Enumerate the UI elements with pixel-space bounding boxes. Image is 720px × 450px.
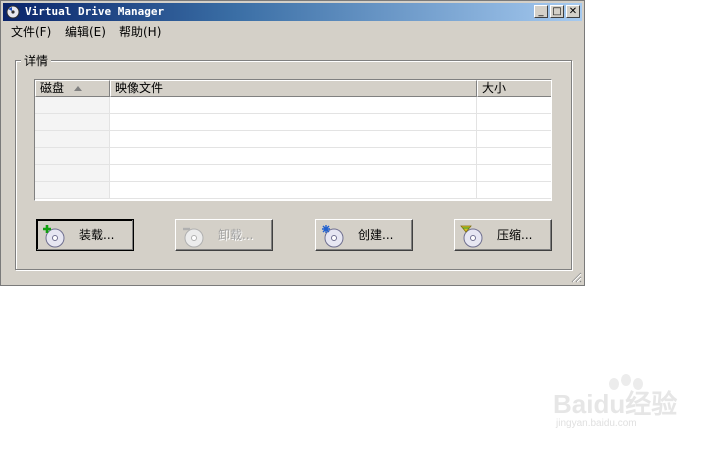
menu-edit[interactable]: 编辑(E)	[65, 24, 106, 40]
create-button[interactable]: 创建...	[315, 219, 413, 251]
disc-add-icon	[43, 225, 65, 248]
column-disk-label: 磁盘	[40, 81, 65, 95]
list-rows	[35, 97, 551, 200]
table-cell	[35, 182, 110, 198]
table-cell	[35, 148, 110, 164]
menu-file[interactable]: 文件(F)	[11, 24, 51, 40]
menu-bar: 文件(F) 编辑(E) 帮助(H)	[3, 22, 582, 42]
column-disk[interactable]: 磁盘	[35, 80, 110, 97]
table-cell	[35, 97, 110, 113]
table-cell	[477, 114, 551, 130]
table-cell	[477, 97, 551, 113]
table-cell	[110, 182, 477, 198]
details-group-label: 详情	[21, 52, 52, 69]
unmount-button[interactable]: 卸载...	[175, 219, 273, 251]
sort-ascending-icon	[74, 86, 82, 91]
column-size[interactable]: 大小	[477, 80, 551, 97]
table-row[interactable]	[35, 182, 551, 199]
compress-button-label: 压缩...	[497, 228, 533, 242]
table-cell	[110, 97, 477, 113]
table-cell	[35, 165, 110, 181]
resize-grip-icon[interactable]	[571, 272, 582, 283]
list-header: 磁盘 映像文件 大小	[35, 80, 551, 97]
table-row[interactable]	[35, 131, 551, 148]
column-image-file-label: 映像文件	[115, 81, 164, 95]
table-cell	[110, 165, 477, 181]
table-cell	[35, 114, 110, 130]
mount-button-label: 装载...	[79, 228, 115, 242]
compress-button[interactable]: 压缩...	[454, 219, 552, 251]
window-title: Virtual Drive Manager	[25, 5, 165, 18]
table-cell	[477, 165, 551, 181]
maximize-button[interactable]: □	[550, 5, 564, 18]
column-size-label: 大小	[482, 81, 507, 95]
menu-help[interactable]: 帮助(H)	[119, 24, 161, 40]
table-cell	[477, 131, 551, 147]
table-row[interactable]	[35, 165, 551, 182]
table-cell	[110, 131, 477, 147]
table-cell	[110, 114, 477, 130]
disc-eject-icon	[183, 227, 204, 248]
disc-compress-icon	[460, 225, 483, 248]
disk-list[interactable]: 磁盘 映像文件 大小	[34, 79, 552, 201]
watermark-site: jingyan.baidu.com	[556, 418, 637, 429]
close-button[interactable]: ✕	[566, 5, 580, 18]
create-button-label: 创建...	[358, 228, 394, 242]
title-bar[interactable]: Virtual Drive Manager _ □ ✕	[3, 3, 582, 21]
table-cell	[35, 131, 110, 147]
mount-button[interactable]: 装载...	[36, 219, 134, 251]
table-cell	[477, 182, 551, 198]
column-image-file[interactable]: 映像文件	[110, 80, 477, 97]
table-row[interactable]	[35, 114, 551, 131]
table-cell	[110, 148, 477, 164]
app-disc-icon	[6, 5, 20, 19]
unmount-button-label: 卸载...	[218, 228, 254, 242]
table-cell	[477, 148, 551, 164]
disc-create-icon	[322, 225, 344, 248]
table-row[interactable]	[35, 97, 551, 114]
watermark-brand: Baidu经验	[553, 389, 678, 419]
minimize-button[interactable]: _	[534, 5, 548, 18]
table-row[interactable]	[35, 148, 551, 165]
